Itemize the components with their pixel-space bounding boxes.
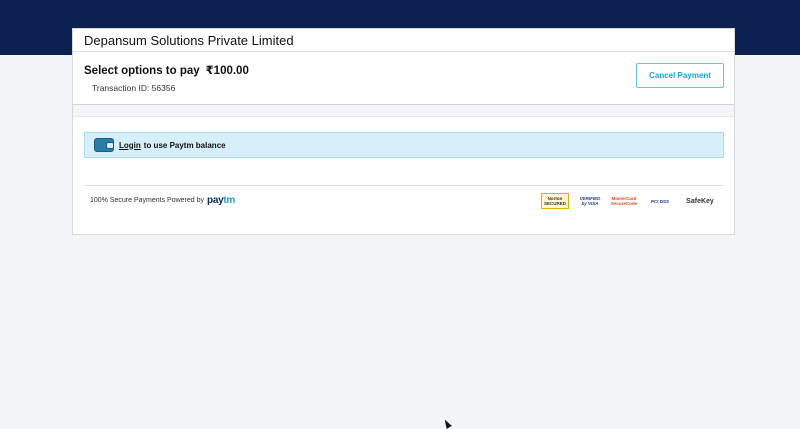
norton-badge-icon: Norton SECURED xyxy=(541,193,569,209)
mouse-cursor-icon xyxy=(442,418,452,429)
login-link[interactable]: Login xyxy=(119,141,141,150)
footer-divider xyxy=(84,185,724,186)
paytm-logo: paytm xyxy=(207,195,235,206)
cancel-payment-button[interactable]: Cancel Payment xyxy=(636,63,724,88)
paytm-logo-pay: pay xyxy=(207,195,224,206)
transaction-id: Transaction ID: 56356 xyxy=(92,83,176,93)
pay-title-label: Select options to pay xyxy=(84,65,200,77)
login-banner-text: to use Paytm balance xyxy=(143,140,226,150)
trust-badges: Norton SECURED VERIFIED by VISA MasterCa… xyxy=(541,193,717,209)
section-spacer xyxy=(73,105,734,117)
pay-title: Select options to pay ₹100.00 xyxy=(84,63,249,77)
paytm-logo-tm: tm xyxy=(223,195,235,206)
payment-summary: Select options to pay ₹100.00 Transaction… xyxy=(73,52,734,105)
payment-card: Depansum Solutions Private Limited Selec… xyxy=(72,28,735,235)
pci-dss-badge-icon: PCI DSS xyxy=(650,198,669,204)
secure-footer: 100% Secure Payments Powered by paytm xyxy=(90,195,235,206)
merchant-name: Depansum Solutions Private Limited xyxy=(73,29,734,52)
secure-payments-text: 100% Secure Payments Powered by xyxy=(90,197,205,204)
visa-badge-icon: VERIFIED by VISA xyxy=(579,196,601,206)
mastercard-badge-icon: MasterCard SecureCode xyxy=(610,196,638,206)
login-banner: Login to use Paytm balance xyxy=(84,132,724,158)
payment-amount: ₹100.00 xyxy=(205,65,249,77)
wallet-icon xyxy=(94,138,114,152)
safekey-badge-icon: SafeKey xyxy=(686,197,714,205)
